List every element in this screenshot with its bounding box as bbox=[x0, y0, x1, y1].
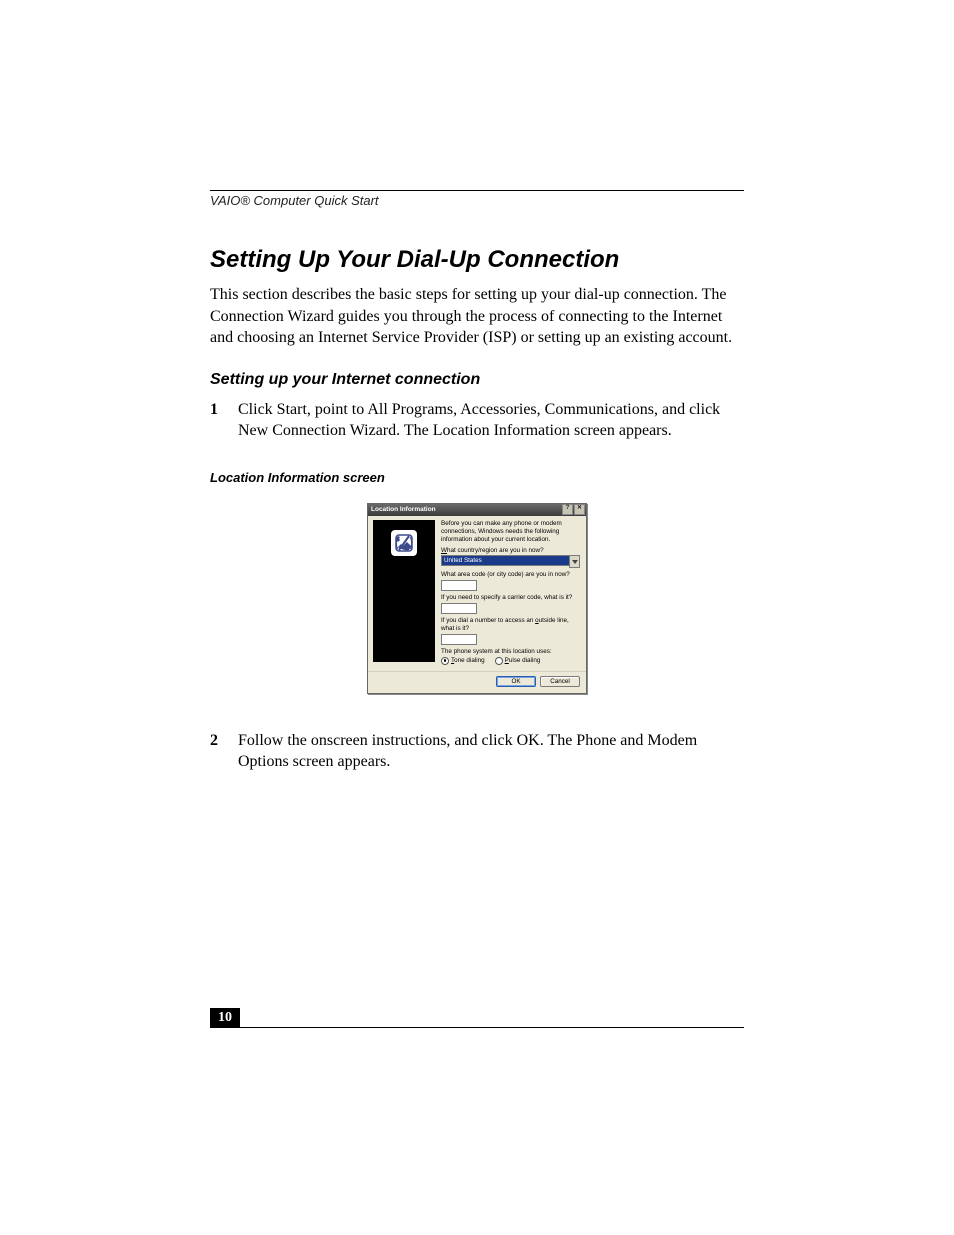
help-icon[interactable]: ? bbox=[562, 504, 573, 515]
location-information-dialog: Location Information ? ✕ bbox=[367, 503, 587, 694]
country-select[interactable]: United States bbox=[441, 555, 580, 568]
page-title: Setting Up Your Dial-Up Connection bbox=[210, 246, 744, 274]
step-text: Follow the onscreen instructions, and cl… bbox=[238, 730, 744, 773]
areacode-input[interactable] bbox=[441, 580, 477, 591]
ok-button[interactable]: OK bbox=[496, 676, 536, 687]
radio-dot-icon bbox=[495, 657, 503, 665]
country-label: What country/region are you in now? bbox=[441, 547, 580, 555]
areacode-label: What area code (or city code) are you in… bbox=[441, 571, 580, 579]
close-icon[interactable]: ✕ bbox=[574, 504, 585, 515]
dialog-side-image bbox=[373, 520, 435, 662]
radio-dot-icon bbox=[441, 657, 449, 665]
dialog-title: Location Information bbox=[371, 506, 436, 513]
step-number: 1 bbox=[210, 399, 238, 442]
header-rule bbox=[210, 190, 744, 191]
figure-caption: Location Information screen bbox=[210, 470, 744, 485]
pulse-dialing-radio[interactable]: Pulse dialing bbox=[495, 657, 541, 665]
intro-paragraph: This section describes the basic steps f… bbox=[210, 284, 744, 349]
chevron-down-icon[interactable] bbox=[569, 555, 580, 568]
carrier-label: If you need to specify a carrier code, w… bbox=[441, 594, 580, 602]
step-text: Click Start, point to All Programs, Acce… bbox=[238, 399, 744, 442]
running-head: VAIO® Computer Quick Start bbox=[210, 193, 744, 208]
dialog-intro-text: Before you can make any phone or modem c… bbox=[441, 520, 580, 544]
tone-dialing-radio[interactable]: Tone dialing bbox=[441, 657, 485, 665]
phone-system-label: The phone system at this location uses: bbox=[441, 648, 580, 656]
cancel-button[interactable]: Cancel bbox=[540, 676, 580, 687]
page-footer: 10 bbox=[210, 1008, 744, 1028]
step-1: 1 Click Start, point to All Programs, Ac… bbox=[210, 399, 744, 442]
dialog-titlebar: Location Information ? ✕ bbox=[368, 504, 586, 516]
country-value: United States bbox=[441, 555, 569, 566]
dialog-figure: Location Information ? ✕ bbox=[210, 503, 744, 694]
outside-line-label: If you dial a number to access an outsid… bbox=[441, 617, 580, 633]
subheading: Setting up your Internet connection bbox=[210, 371, 744, 389]
phone-icon bbox=[389, 528, 419, 558]
footer-rule bbox=[210, 1027, 744, 1028]
step-2: 2 Follow the onscreen instructions, and … bbox=[210, 730, 744, 773]
step-number: 2 bbox=[210, 730, 238, 773]
carrier-input[interactable] bbox=[441, 603, 477, 614]
outside-line-input[interactable] bbox=[441, 634, 477, 645]
page-number: 10 bbox=[210, 1008, 240, 1028]
